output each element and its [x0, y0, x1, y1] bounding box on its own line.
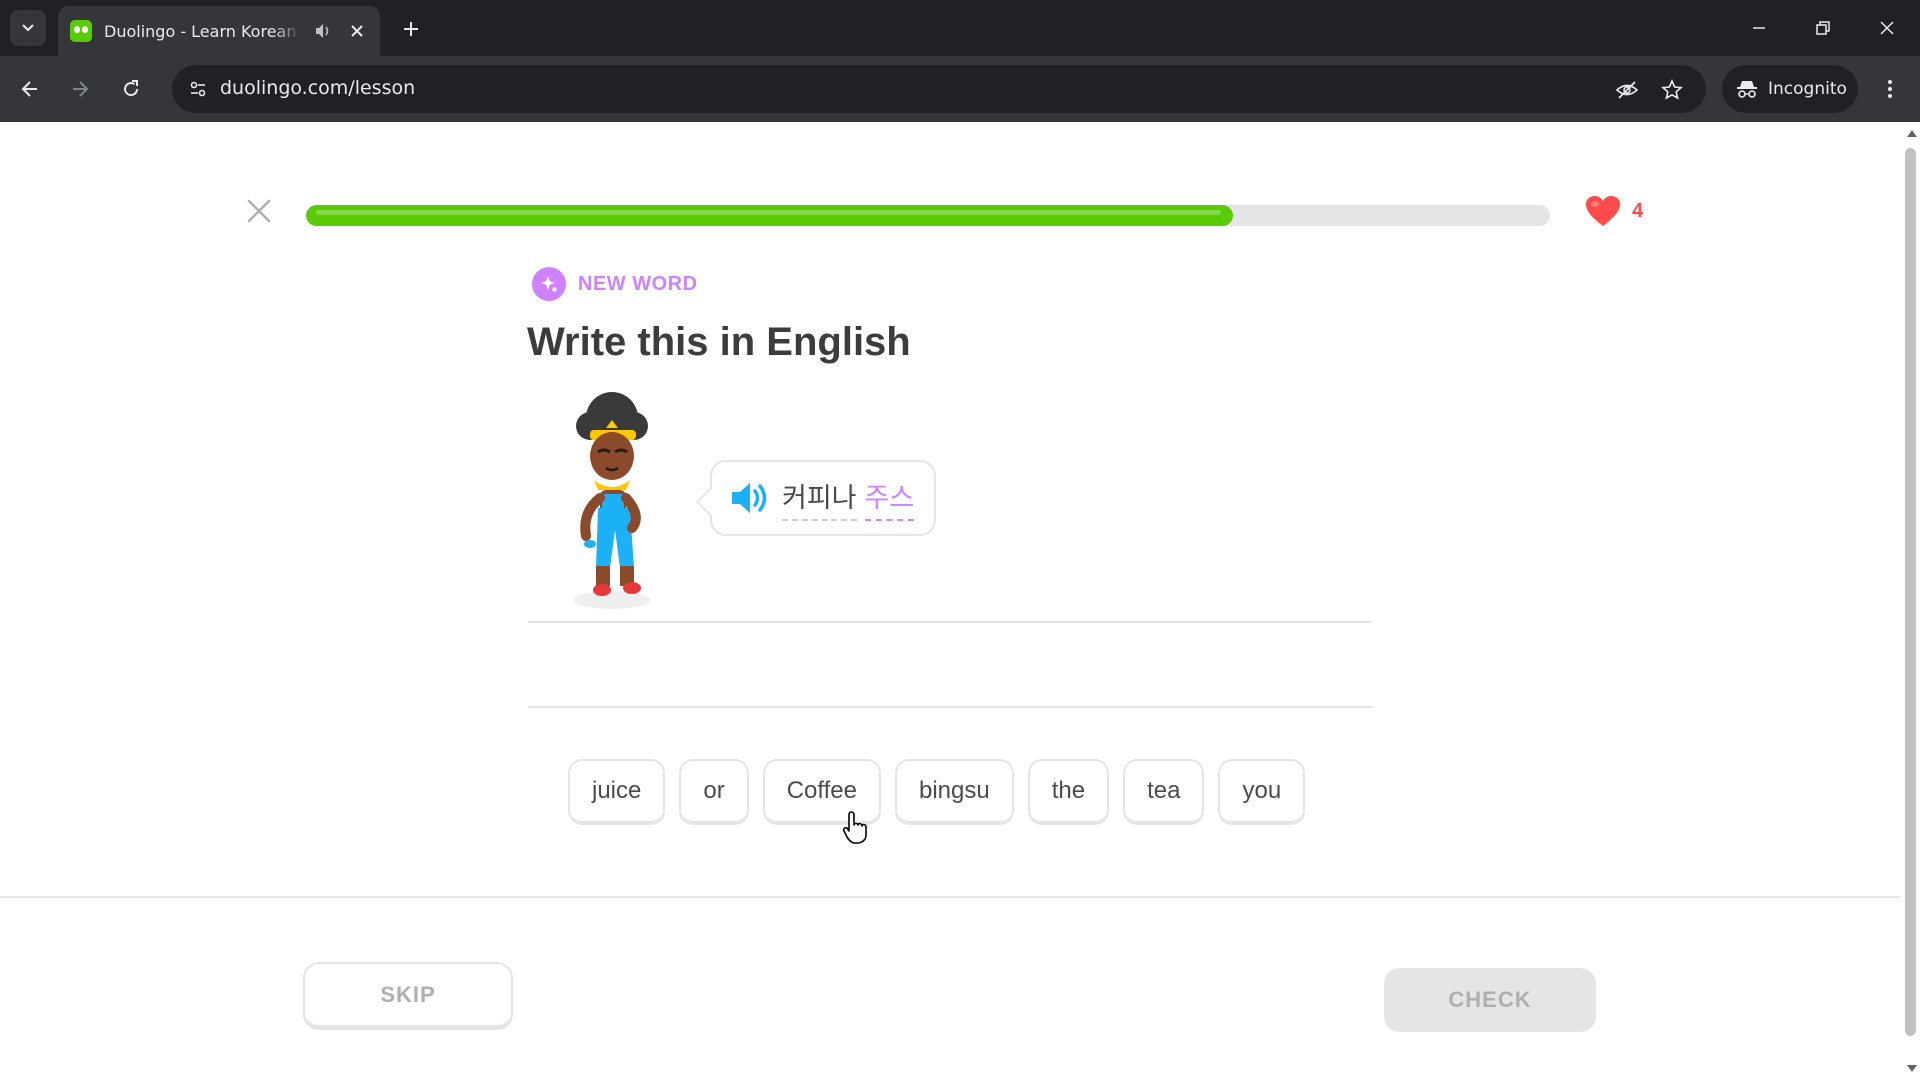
hand-pointer-cursor-icon — [842, 811, 867, 844]
address-bar[interactable]: duolingo.com/lesson — [172, 65, 1706, 113]
incognito-icon — [1737, 81, 1757, 98]
word-chip-the[interactable]: the — [1027, 759, 1110, 825]
prompt-speech-bubble: 커피나 주스 — [710, 460, 937, 536]
new-word-sparkle-icon — [532, 267, 566, 301]
star-icon — [1661, 79, 1683, 100]
prompt-word[interactable]: 커피나 — [782, 476, 857, 521]
tracking-protection-button[interactable] — [1612, 75, 1642, 105]
check-button[interactable]: CHECK — [1384, 968, 1596, 1032]
word-chip-bingsu[interactable]: bingsu — [894, 759, 1014, 825]
minimize-icon — [1753, 27, 1765, 29]
challenge-instruction: Write this in English — [527, 320, 911, 364]
scroll-up-arrow-icon[interactable] — [1907, 130, 1917, 137]
new-word-badge: NEW WORD — [532, 267, 698, 301]
new-word-label: NEW WORD — [578, 272, 698, 295]
url-text: duolingo.com/lesson — [220, 77, 416, 99]
word-chip-or[interactable]: or — [679, 759, 749, 825]
tab-title: Duolingo - Learn Korean with — [104, 21, 302, 41]
tab-close-icon[interactable] — [346, 20, 368, 42]
browser-tab-active[interactable]: Duolingo - Learn Korean with — [58, 6, 380, 56]
kebab-menu-icon — [1888, 80, 1892, 98]
speaker-icon — [732, 483, 767, 513]
word-chip-tea[interactable]: tea — [1123, 759, 1205, 825]
incognito-label: Incognito — [1768, 79, 1847, 99]
hearts-indicator[interactable]: 4 — [1584, 194, 1643, 228]
word-bank: juice or Coffee bingsu the tea you — [568, 759, 1319, 825]
minimize-button[interactable] — [1742, 12, 1776, 44]
answer-drop-area[interactable] — [528, 624, 1372, 704]
prompt-sentence: 커피나 주스 — [782, 476, 915, 521]
lesson-progress-bar — [306, 205, 1550, 226]
lesson-progress-fill — [306, 205, 1233, 226]
answer-line-bottom — [528, 706, 1372, 708]
eye-off-icon — [1615, 81, 1639, 99]
footer-divider — [0, 896, 1900, 898]
arrow-right-icon — [73, 81, 89, 97]
restore-icon — [1816, 21, 1830, 35]
incognito-badge[interactable]: Incognito — [1722, 65, 1858, 113]
bookmark-star-button[interactable] — [1657, 75, 1687, 105]
close-icon — [247, 199, 271, 223]
hearts-count: 4 — [1632, 199, 1644, 222]
browser-toolbar: duolingo.com/lesson Incognito — [0, 56, 1920, 122]
close-icon — [1880, 21, 1894, 35]
back-button[interactable] — [13, 72, 47, 106]
new-tab-button[interactable] — [396, 14, 426, 44]
skip-button[interactable]: SKIP — [303, 962, 513, 1030]
restore-button[interactable] — [1806, 12, 1840, 44]
heart-icon — [1586, 196, 1620, 226]
prompt-word-new[interactable]: 주스 — [864, 476, 915, 521]
page-scrollbar[interactable] — [1902, 122, 1920, 1080]
plus-icon — [404, 22, 418, 36]
reload-icon — [124, 80, 139, 97]
site-info-button[interactable] — [182, 73, 214, 105]
tab-search-button[interactable] — [10, 10, 46, 46]
word-chip-you[interactable]: you — [1218, 759, 1306, 825]
scroll-down-arrow-icon[interactable] — [1907, 1065, 1917, 1072]
scrollbar-thumb[interactable] — [1905, 148, 1916, 1036]
lesson-page: 4 NEW WORD Write this in English 커피나 주스 … — [0, 122, 1920, 1080]
play-audio-button[interactable] — [730, 480, 772, 516]
browser-menu-button[interactable] — [1876, 72, 1904, 106]
forward-button[interactable] — [63, 72, 97, 106]
browser-tab-strip: Duolingo - Learn Korean with — [0, 0, 1920, 56]
tab-audio-icon[interactable] — [312, 20, 334, 42]
quit-lesson-button[interactable] — [240, 192, 278, 230]
tune-icon — [190, 81, 206, 97]
reload-button[interactable] — [114, 72, 148, 106]
answer-line-top — [528, 621, 1372, 623]
progress-shine — [316, 210, 1221, 215]
chevron-down-icon — [22, 24, 34, 32]
word-chip-juice[interactable]: juice — [568, 759, 666, 825]
duolingo-favicon-icon — [70, 20, 92, 42]
close-window-button[interactable] — [1870, 12, 1904, 44]
character-illustration — [574, 392, 650, 609]
arrow-left-icon — [21, 81, 37, 97]
